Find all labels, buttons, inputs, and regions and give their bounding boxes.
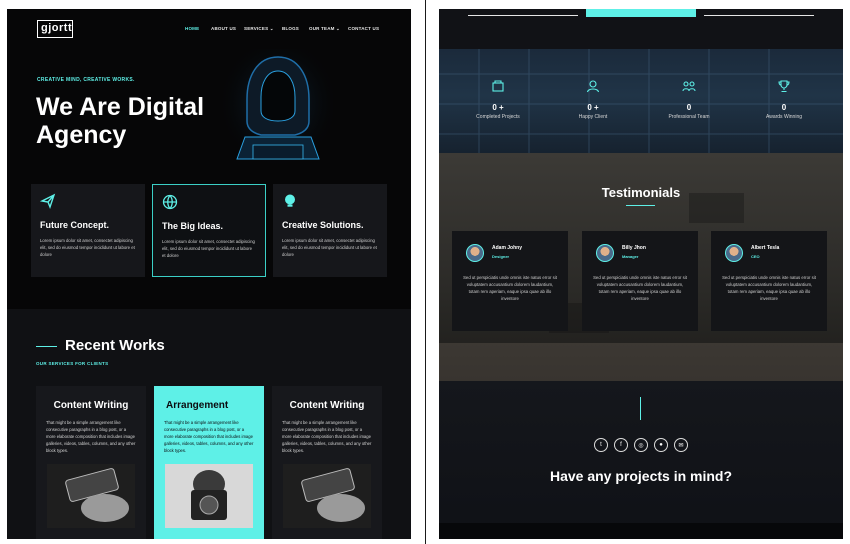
- work-card-desc: That might be a simple arrangement like …: [46, 420, 136, 453]
- feature-title: Creative Solutions.: [282, 220, 364, 230]
- testimonial-role: CEO: [751, 254, 760, 259]
- testimonials-section: Testimonials Adam Johny Designer Sed ut …: [439, 153, 843, 381]
- testimonial-card: Billy Jhon Manager Sed ut perspiciatis u…: [582, 231, 698, 331]
- strip-accent: [586, 9, 696, 17]
- twitter-icon[interactable]: t: [594, 438, 608, 452]
- avatar: [466, 244, 484, 262]
- works-subtitle: OUR SERVICES FOR CLIENTS: [36, 361, 109, 366]
- phone-hand-image: [47, 464, 135, 528]
- recent-works-section: Recent Works OUR SERVICES FOR CLIENTS Co…: [7, 309, 411, 539]
- stat-label: Happy Client: [578, 114, 608, 120]
- homepage-screenshot-right: 0 + Completed Projects 0 + Happy Client …: [439, 9, 843, 539]
- feature-title: The Big Ideas.: [162, 221, 224, 231]
- stat-value: 0: [781, 103, 787, 112]
- cta-title: Have any projects in mind?: [549, 468, 733, 484]
- team-icon: [682, 81, 696, 92]
- client-icon: [586, 80, 600, 93]
- nav-about[interactable]: ABOUT US: [211, 26, 236, 31]
- hooded-hacker-illustration: [223, 49, 333, 169]
- avatar: [725, 244, 743, 262]
- testimonial-name: Albert Tesla: [751, 245, 780, 251]
- work-card-desc: That might be a simple arrangement like …: [282, 420, 372, 453]
- instagram-icon[interactable]: ◎: [634, 438, 648, 452]
- stat-clients: 0 + Happy Client: [553, 79, 633, 120]
- hero-eyebrow: CREATIVE MIND, CREATIVE WORKS.: [37, 77, 135, 83]
- work-card-title: Content Writing: [289, 400, 365, 411]
- testimonials-title: Testimonials: [601, 185, 681, 200]
- stat-team: 0 Professional Team: [649, 79, 729, 120]
- hero-section: gjortt HOME ABOUT US SERVICES ⌄ BLOGS OU…: [7, 9, 411, 309]
- testimonial-name: Adam Johny: [492, 245, 523, 251]
- stat-awards: 0 Awards Winning: [744, 79, 824, 120]
- stat-label: Completed Projects: [476, 114, 520, 120]
- projects-icon: [492, 80, 504, 92]
- stat-value: 0 +: [492, 103, 504, 112]
- camera-person-image: [165, 464, 253, 528]
- top-strip: [439, 9, 843, 49]
- paper-plane-icon: [39, 193, 56, 210]
- facebook-icon[interactable]: f: [614, 438, 628, 452]
- nav-services[interactable]: SERVICES ⌄: [244, 26, 274, 32]
- strip-line: [468, 15, 578, 16]
- nav-team[interactable]: OUR TEAM ⌄: [309, 26, 340, 32]
- testimonial-role: Manager: [622, 254, 639, 259]
- accent-vertical-line: [640, 397, 641, 420]
- testimonial-quote: Sed ut perspiciatis unde omnis iste natu…: [593, 275, 687, 301]
- globe-icon: [162, 194, 178, 210]
- nav-home[interactable]: HOME: [185, 26, 199, 31]
- feature-card-solutions[interactable]: Creative Solutions. Lorem ipsum dolor si…: [273, 184, 387, 277]
- testimonial-quote: Sed ut perspiciatis unde omnis iste natu…: [463, 275, 557, 301]
- work-card[interactable]: Content Writing That might be a simple a…: [36, 386, 146, 539]
- stat-label: Awards Winning: [765, 114, 803, 120]
- testimonial-quote: Sed ut perspiciatis unde omnis iste natu…: [722, 275, 816, 301]
- work-card-highlighted[interactable]: Arrangement That might be a simple arran…: [154, 386, 264, 539]
- panel-divider: [425, 0, 426, 544]
- site-logo[interactable]: gjortt: [37, 20, 73, 38]
- work-card-title: Content Writing: [53, 400, 129, 411]
- works-title: Recent Works: [65, 337, 165, 354]
- stats-section: 0 + Completed Projects 0 + Happy Client …: [439, 49, 843, 153]
- feature-card-ideas[interactable]: The Big Ideas. Lorem ipsum dolor sit ame…: [152, 184, 266, 277]
- github-icon[interactable]: ●: [654, 438, 668, 452]
- feature-card-future[interactable]: Future Concept. Lorem ipsum dolor sit am…: [31, 184, 145, 277]
- work-card-title: Arrangement: [166, 400, 229, 411]
- phone-hand-image: [283, 464, 371, 528]
- feature-desc: Lorem ipsum dolor sit amet, consectet ad…: [282, 238, 377, 257]
- stat-projects: 0 + Completed Projects: [458, 79, 538, 120]
- lightbulb-icon: [285, 194, 295, 207]
- stat-label: Professional Team: [668, 114, 710, 120]
- cta-section: t f ◎ ● ✉ Have any projects in mind?: [439, 381, 843, 539]
- work-card-desc: That might be a simple arrangement like …: [164, 420, 254, 453]
- testimonial-role: Designer: [492, 254, 510, 259]
- nav-contact[interactable]: CONTACT US: [348, 26, 379, 31]
- testimonial-name: Billy Jhon: [622, 245, 646, 251]
- trophy-icon: [778, 80, 790, 93]
- testimonial-card: Albert Tesla CEO Sed ut perspiciatis und…: [711, 231, 827, 331]
- strip-line: [704, 15, 814, 16]
- feature-title: Future Concept.: [40, 220, 109, 230]
- stat-value: 0: [686, 103, 692, 112]
- title-accent-line: [626, 205, 655, 206]
- stat-value: 0 +: [587, 103, 599, 112]
- hero-title: We Are Digital Agency: [36, 93, 205, 149]
- work-card[interactable]: Content Writing That might be a simple a…: [272, 386, 382, 539]
- nav-blogs[interactable]: BLOGS: [282, 26, 299, 31]
- social-links: t f ◎ ● ✉: [594, 438, 688, 452]
- email-icon[interactable]: ✉: [674, 438, 688, 452]
- avatar: [596, 244, 614, 262]
- footer-strip: [439, 523, 843, 539]
- feature-desc: Lorem ipsum dolor sit amet, consectet ad…: [162, 239, 255, 258]
- homepage-screenshot-left: gjortt HOME ABOUT US SERVICES ⌄ BLOGS OU…: [7, 9, 411, 539]
- title-accent-line: [36, 346, 57, 347]
- testimonial-card: Adam Johny Designer Sed ut perspiciatis …: [452, 231, 568, 331]
- feature-desc: Lorem ipsum dolor sit amet, consectet ad…: [40, 238, 135, 257]
